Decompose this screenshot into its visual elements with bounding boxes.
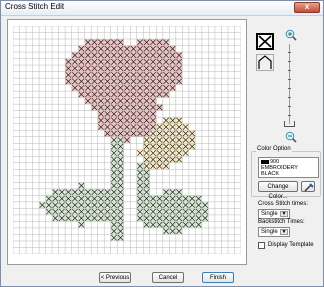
chevron-down-icon: ▼ — [280, 229, 288, 235]
color-option-title: Color Option — [256, 146, 292, 152]
zoom-out-icon[interactable] — [285, 131, 297, 143]
backstitch-times-value: Single — [261, 229, 278, 235]
backstitch-times-label: Backstitch Times: — [258, 219, 305, 225]
change-color-button[interactable]: Change Color... — [258, 181, 298, 200]
cross-stitch-times-value: Single — [261, 211, 278, 217]
close-button[interactable]: x — [294, 2, 320, 13]
eyedropper-icon — [304, 183, 314, 192]
backstitch-times-select-box[interactable]: Single ▼ — [258, 227, 290, 237]
zoom-in-icon[interactable] — [285, 29, 297, 41]
stitch-grid-panel — [7, 19, 247, 265]
zoom-slider-track[interactable] — [288, 44, 291, 124]
title-bar: Cross Stitch Edit x — [1, 1, 323, 16]
zoom-slider-thumb[interactable] — [284, 121, 295, 127]
color-info-box: 900 EMBROIDERY BLACK — [258, 157, 319, 178]
color-swatch — [261, 160, 269, 164]
cancel-button[interactable]: Cancel — [152, 272, 184, 283]
cross-stitch-times-label: Cross Stitch times: — [258, 201, 309, 207]
window-title: Cross Stitch Edit — [5, 2, 65, 11]
stitch-grid[interactable] — [13, 26, 241, 254]
display-template-checkbox[interactable] — [258, 242, 265, 249]
chevron-down-icon: ▼ — [280, 211, 288, 217]
display-template-label: Display Template — [268, 242, 314, 248]
cross-stitch-times-select[interactable]: Single ▼ — [258, 209, 290, 219]
cross-stitch-edit-window: Cross Stitch Edit x Color Option 900 EMB… — [0, 0, 324, 287]
backstitch-tool-button[interactable] — [256, 54, 274, 71]
cross-stitch-tool-icon — [258, 35, 272, 48]
backstitch-tool-icon — [258, 55, 272, 69]
finish-button[interactable]: Finish — [202, 272, 234, 283]
eyedropper-button[interactable] — [301, 181, 315, 192]
previous-button[interactable]: < Previous — [99, 272, 131, 283]
close-icon: x — [304, 2, 310, 11]
cross-stitch-tool-button[interactable] — [256, 33, 274, 50]
color-name: BLACK — [261, 171, 280, 177]
